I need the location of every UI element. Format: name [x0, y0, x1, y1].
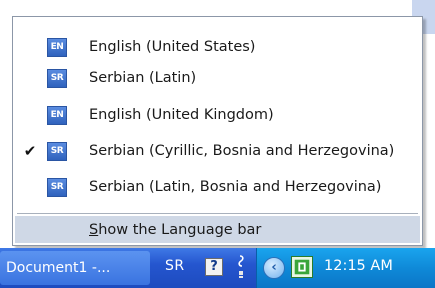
- show-hidden-icons-chevron-icon[interactable]: ‹: [263, 257, 285, 279]
- menu-item-serbian-latin-bosnia[interactable]: SR Serbian (Latin, Bosnia and Herzegovin…: [13, 171, 422, 203]
- language-badge-icon: SR: [47, 68, 67, 88]
- menu-item-english-united-states[interactable]: EN English (United States): [13, 31, 422, 63]
- menu-separator: [17, 213, 418, 214]
- language-badge-icon: SR: [47, 177, 67, 197]
- show-language-bar-item[interactable]: Show the Language bar: [15, 216, 420, 243]
- menu-item-label: Serbian (Latin): [89, 70, 197, 86]
- language-badge-icon: SR: [47, 141, 67, 161]
- menu-item-english-united-kingdom[interactable]: EN English (United Kingdom): [13, 99, 422, 131]
- menu-item-label: Serbian (Latin, Bosnia and Herzegovina): [89, 179, 382, 195]
- language-badge-icon: EN: [47, 37, 67, 57]
- network-icon[interactable]: [291, 256, 313, 278]
- taskbar: Document1 -... SR ? ‹ 12:15 AM: [0, 248, 435, 288]
- help-icon[interactable]: ?: [205, 258, 223, 276]
- language-indicator[interactable]: SR: [165, 258, 185, 274]
- menu-item-serbian-cyrillic-bosnia[interactable]: ✔ SR Serbian (Cyrillic, Bosnia and Herze…: [13, 135, 422, 167]
- clock[interactable]: 12:15 AM: [324, 258, 393, 274]
- language-badge-icon: EN: [47, 105, 67, 125]
- show-language-bar-label: Show the Language bar: [89, 221, 262, 238]
- checkmark-icon: ✔: [23, 142, 37, 160]
- menu-item-label: Serbian (Cyrillic, Bosnia and Herzegovin…: [89, 143, 395, 159]
- taskbar-button-document1[interactable]: Document1 -...: [0, 251, 150, 285]
- system-tray: ‹ 12:15 AM: [256, 248, 435, 288]
- pen-input-icon[interactable]: [234, 254, 248, 280]
- language-menu: EN English (United States) SR Serbian (L…: [12, 16, 423, 246]
- menu-item-label: English (United States): [89, 39, 256, 55]
- menu-item-label: English (United Kingdom): [89, 107, 274, 123]
- menu-item-serbian-latin[interactable]: SR Serbian (Latin): [13, 62, 422, 94]
- screen: EN English (United States) SR Serbian (L…: [0, 0, 435, 288]
